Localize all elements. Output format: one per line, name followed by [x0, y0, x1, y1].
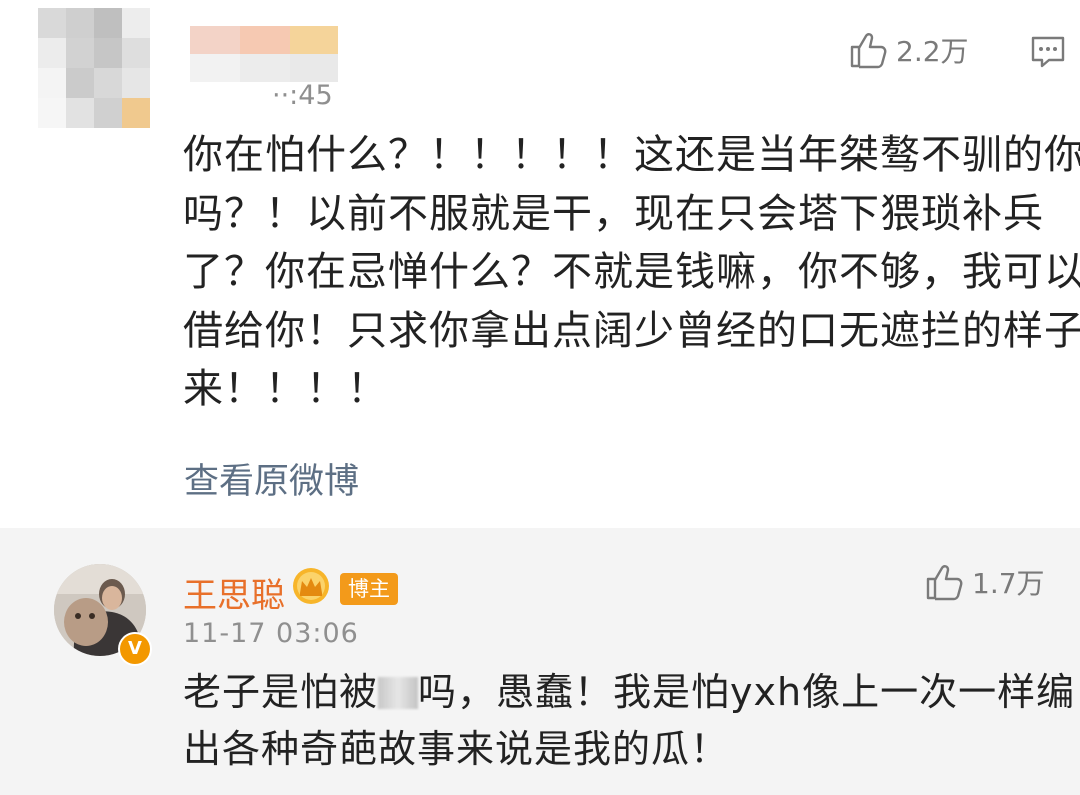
reply-text: 老子是怕被 吗，愚蠢！我是怕yxh像上一次一样编 出各种奇葩故事来说是我的瓜！	[183, 664, 1074, 778]
comment-card: ··:45 2.2万 你在怕什么？！！！！！这还是当年桀骜不驯的你 吗？！以前不…	[0, 0, 1080, 528]
like-button[interactable]: 2.2万	[848, 30, 969, 70]
author-name[interactable]: 王思聪	[183, 568, 285, 617]
reply-like-button[interactable]: 1.7万	[924, 562, 1045, 602]
censored-text	[378, 677, 419, 709]
comment-line: 你在怕什么？！！！！！这还是当年桀骜不驯的你	[183, 132, 1080, 178]
comment-line: 了？你在忌惮什么？不就是钱嘛，你不够，我可以	[183, 249, 1080, 295]
reply-line: 老子是怕被 吗，愚蠢！我是怕yxh像上一次一样编	[183, 664, 1074, 721]
like-count: 1.7万	[972, 567, 1045, 600]
username-blurred[interactable]	[190, 26, 338, 82]
avatar-blurred[interactable]	[38, 8, 150, 128]
reply-line: 出各种奇葩故事来说是我的瓜！	[183, 727, 730, 771]
thumbs-up-icon	[850, 33, 887, 69]
thumbs-up-icon	[926, 565, 963, 601]
view-original-link[interactable]: 查看原微博	[184, 453, 359, 504]
crown-icon	[293, 568, 329, 604]
comment-time: ··:45	[272, 80, 333, 111]
comment-icon[interactable]	[1030, 34, 1066, 70]
comment-text: 你在怕什么？！！！！！这还是当年桀骜不驯的你 吗？！以前不服就是干，现在只会塔下…	[183, 126, 1080, 419]
reply-time: 11-17 03:06	[183, 618, 359, 649]
reply-text-part: 老子是怕被	[183, 670, 379, 714]
comment-line: 来！！！！	[183, 366, 388, 412]
verified-v-icon: V	[118, 632, 152, 666]
like-count: 2.2万	[896, 35, 969, 68]
comment-line: 吗？！以前不服就是干，现在只会塔下猥琐补兵	[183, 190, 1044, 237]
reply-text-part: 吗，愚蠢！我是怕yxh像上一次一样编	[418, 670, 1076, 714]
comment-line: 借给你！只求你拿出点阔少曾经的口无遮拦的样子	[183, 307, 1080, 354]
host-badge: 博主	[340, 573, 398, 605]
